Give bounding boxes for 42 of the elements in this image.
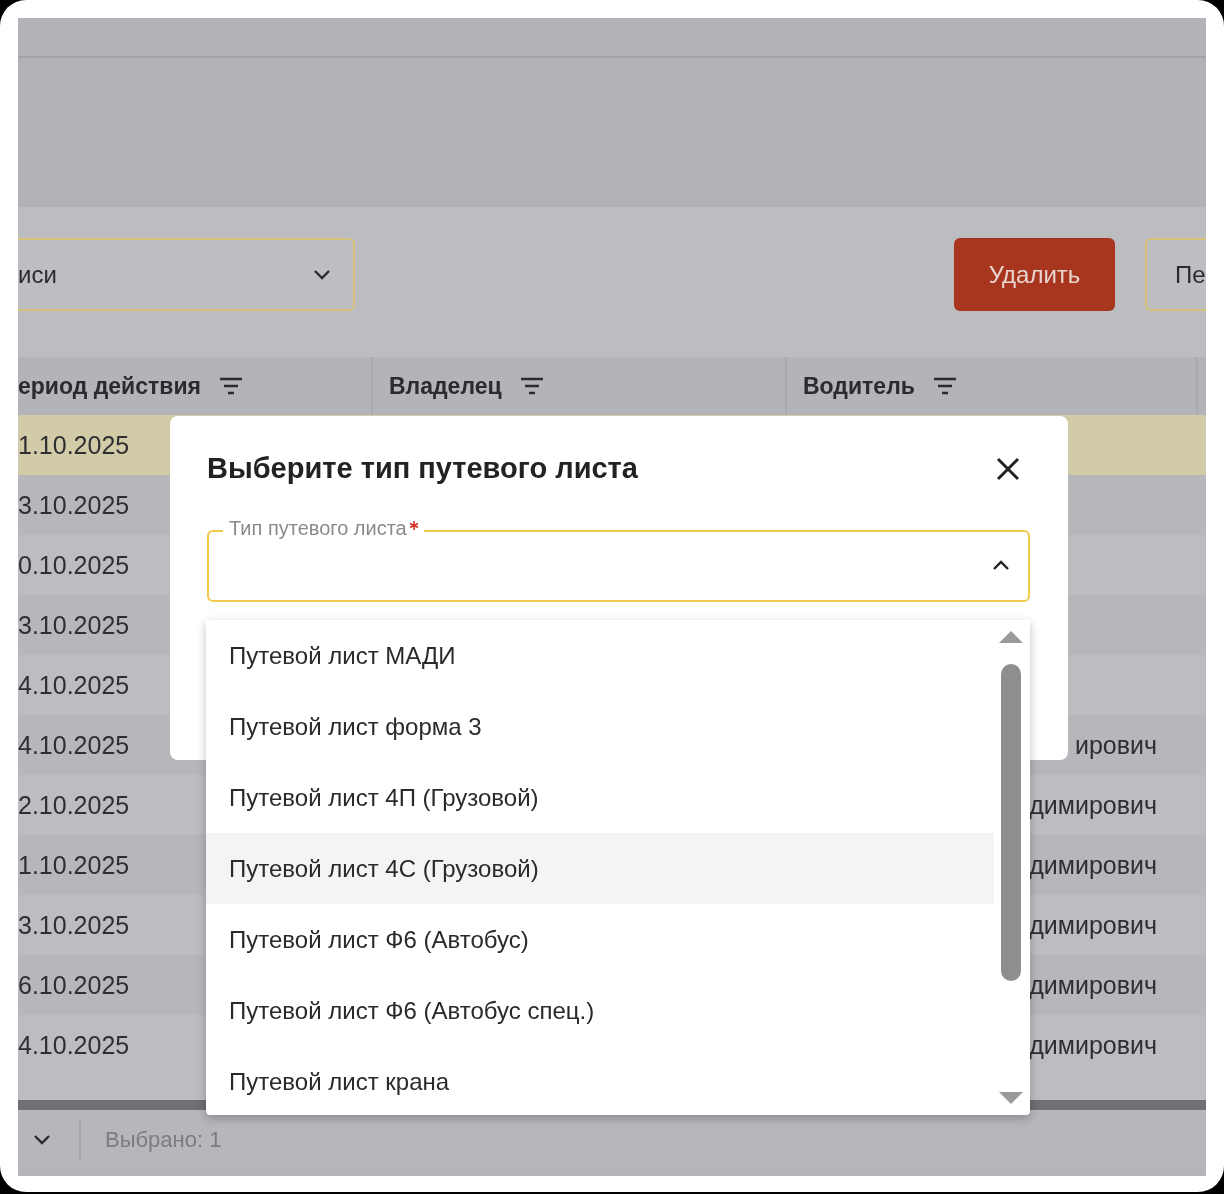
table-cell: димирович — [1029, 790, 1157, 819]
table-cell: 1.10.2025 — [18, 850, 130, 880]
table-cell: димирович — [1029, 910, 1157, 939]
scroll-up-icon[interactable] — [998, 630, 1024, 644]
filter-select[interactable]: иси — [18, 238, 355, 311]
table-cell: димирович — [1029, 970, 1157, 999]
field-label: Тип путевого листа — [229, 517, 407, 540]
filter-icon[interactable] — [932, 376, 957, 396]
dropdown-option[interactable]: Путевой лист 4С (Грузовой) — [206, 833, 994, 904]
table-cell: 4.10.2025 — [18, 670, 130, 700]
dropdown-option[interactable]: Путевой лист 4П (Грузовой) — [206, 762, 994, 833]
selection-count: Выбрано: 1 — [105, 1127, 222, 1153]
table-cell: 3.10.2025 — [18, 490, 130, 520]
table-cell: 3.10.2025 — [18, 610, 130, 640]
table-cell: 2.10.2025 — [18, 790, 130, 820]
dropdown-option[interactable]: Путевой лист МАДИ — [206, 620, 994, 691]
column-title: ериод действия — [18, 372, 201, 400]
scroll-down-icon[interactable] — [998, 1091, 1024, 1105]
column-title: Владелец — [389, 372, 502, 400]
table-cell: димирович — [1029, 1030, 1157, 1059]
dropdown-option[interactable]: Путевой лист Ф6 (Автобус спец.) — [206, 975, 994, 1046]
table-cell: 1.10.2025 — [18, 430, 130, 460]
table-cell: димирович — [1029, 850, 1157, 879]
filter-icon[interactable] — [519, 376, 544, 396]
dialog-title: Выберите тип путевого листа — [207, 452, 638, 485]
close-icon — [996, 456, 1020, 481]
dropdown-option[interactable]: Путевой лист крана — [206, 1046, 994, 1115]
filter-icon[interactable] — [219, 376, 243, 396]
table-cell: 4.10.2025 — [18, 1030, 130, 1060]
table-cell: ирович — [1074, 730, 1157, 759]
table-cell: 4.10.2025 — [18, 730, 130, 760]
table-cell: 6.10.2025 — [18, 970, 130, 1000]
chevron-down-icon — [313, 268, 331, 281]
table-cell: 3.10.2025 — [18, 910, 130, 940]
table-cell: 0.10.2025 — [18, 550, 130, 580]
delete-button[interactable]: Удалить — [954, 238, 1115, 311]
dropdown-option[interactable]: Путевой лист Ф6 (Автобус) — [206, 904, 994, 975]
dropdown-option[interactable]: Путевой лист форма 3 — [206, 691, 994, 762]
action-button[interactable]: Пе — [1145, 238, 1206, 311]
column-title: Водитель — [803, 372, 915, 400]
chevron-down-icon[interactable] — [33, 1134, 51, 1146]
scrollbar-thumb[interactable] — [1001, 664, 1021, 981]
